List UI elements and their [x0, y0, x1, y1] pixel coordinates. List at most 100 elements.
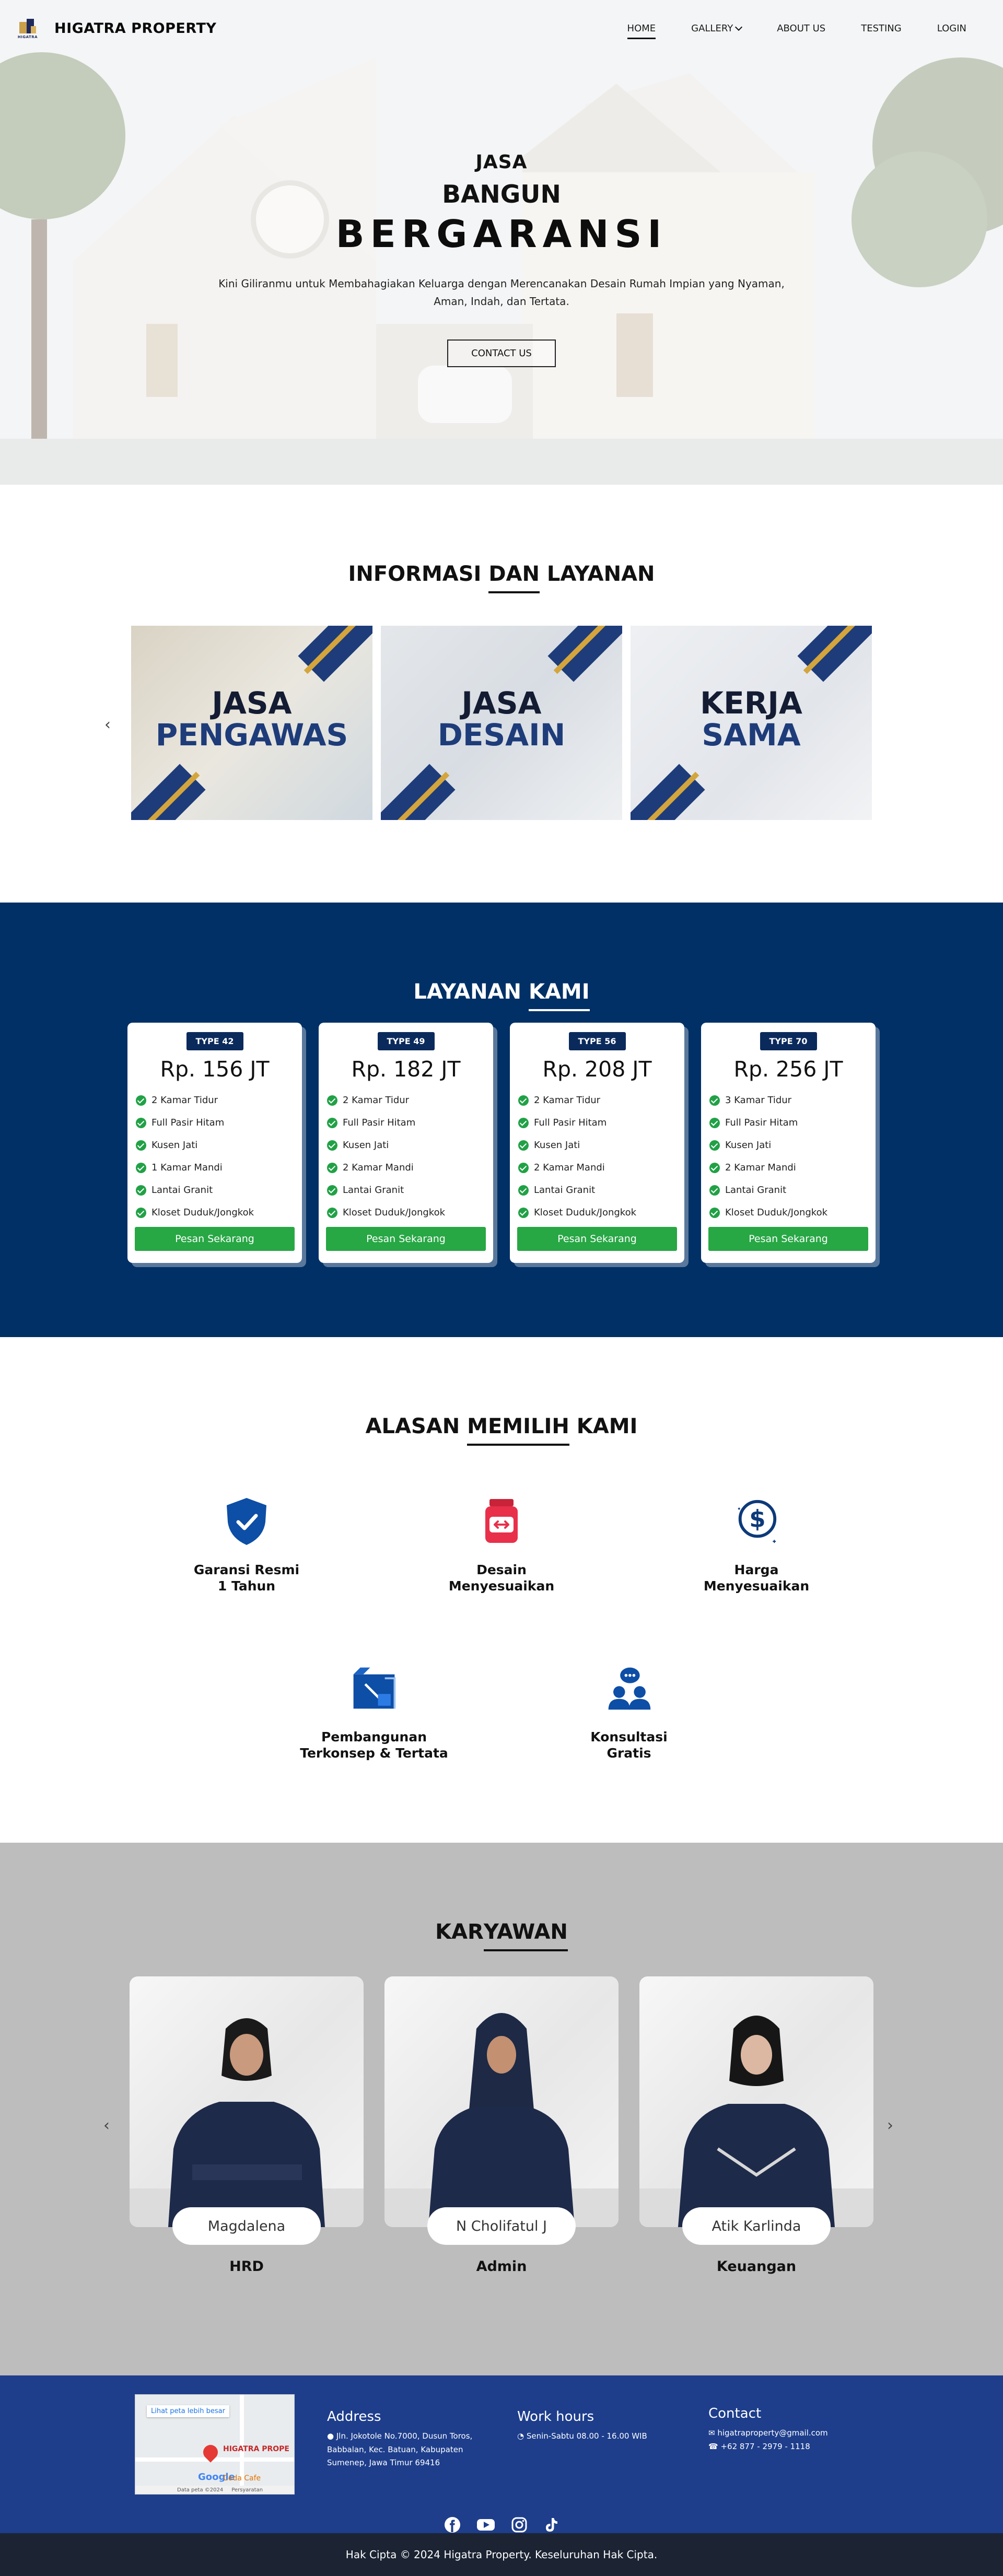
email-text[interactable]: ✉ higatraproperty@gmail.com [708, 2427, 876, 2440]
employee-name: Atik Karlinda [682, 2207, 831, 2245]
feature-item: Kloset Duduk/Jongkok [327, 1201, 486, 1224]
check-circle-icon [327, 1117, 337, 1128]
carousel-prev-icon[interactable]: ‹ [103, 2116, 110, 2135]
reason-label: Pembangunan Terkonsep & Tertata [300, 1729, 448, 1761]
feature-item: Full Pasir Hitam [518, 1111, 677, 1134]
price: Rp. 208 JT [542, 1057, 652, 1082]
feature-item: Kusen Jati [136, 1134, 295, 1156]
carousel-next-icon[interactable]: › [887, 2116, 893, 2135]
employee-photo [130, 1976, 364, 2227]
reason-label: Konsultasi Gratis [590, 1729, 668, 1761]
hero-line-bangun: BANGUN [442, 180, 561, 209]
feature-item: Full Pasir Hitam [709, 1111, 868, 1134]
price: Rp. 156 JT [160, 1057, 270, 1082]
employee-role: HRD [229, 2258, 264, 2275]
order-button[interactable]: Pesan Sekarang [135, 1227, 295, 1251]
nav-home[interactable]: HOME [610, 23, 674, 39]
order-button[interactable]: Pesan Sekarang [708, 1227, 868, 1251]
feature-item: 3 Kamar Tidur [709, 1089, 868, 1111]
facebook-icon[interactable] [444, 2516, 461, 2533]
nav-about-us[interactable]: ABOUT US [759, 23, 843, 34]
employee-name: Magdalena [172, 2207, 321, 2245]
nav-login[interactable]: LOGIN [919, 23, 984, 34]
check-circle-icon [327, 1095, 337, 1106]
feature-item: Lantai Granit [136, 1179, 295, 1201]
reason-harga: $ Harga Menyesuaikan [652, 1496, 861, 1595]
employee-card[interactable]: N Cholifatul J Admin [384, 1976, 619, 2294]
logo-icon [17, 18, 38, 33]
contact-us-button[interactable]: CONTACT US [447, 339, 556, 367]
check-circle-icon [709, 1185, 720, 1196]
navbar: HIGATRA HIGATRA PROPERTY HOME GALLERY AB… [0, 0, 1003, 56]
dollar-coin-icon: $ [733, 1496, 780, 1546]
hero-content: JASA BANGUN BERGARANSI Kini Giliranmu un… [0, 151, 1003, 367]
location-map[interactable]: Lihat peta lebih besar HIGATRA PROPE Goo… [135, 2394, 295, 2495]
order-button[interactable]: Pesan Sekarang [517, 1227, 677, 1251]
check-circle-icon [709, 1117, 720, 1128]
phone-text[interactable]: ☎ +62 877 - 2979 - 1118 [708, 2440, 876, 2454]
pricing-card-type-49: TYPE 49 Rp. 182 JT 2 Kamar Tidur Full Pa… [319, 1023, 493, 1263]
info-card-kerja-sama[interactable]: KERJA SAMA [631, 626, 872, 820]
envelope-icon: ✉ [708, 2428, 715, 2438]
check-circle-icon [136, 1140, 146, 1151]
check-circle-icon [518, 1095, 529, 1106]
feature-item: 2 Kamar Tidur [136, 1089, 295, 1111]
info-card-jasa-desain[interactable]: JASA DESAIN [381, 626, 622, 820]
footer-work-hours: Work hours ◔ Senin-Sabtu 08.00 - 16.00 W… [517, 2409, 684, 2443]
employee-carousel: Magdalena HRD N Cholifatul J Admin Atik … [0, 1976, 1003, 2294]
feature-item: Kusen Jati [518, 1134, 677, 1156]
map-larger-link[interactable]: Lihat peta lebih besar [147, 2405, 229, 2417]
reason-pembangunan: Pembangunan Terkonsep & Tertata [270, 1663, 479, 1762]
clock-icon: ◔ [517, 2431, 524, 2441]
feature-item: 2 Kamar Mandi [327, 1156, 486, 1179]
instagram-icon[interactable] [511, 2516, 528, 2533]
nav-gallery-label: GALLERY [691, 22, 733, 34]
nav-testing[interactable]: TESTING [843, 23, 919, 34]
employee-card[interactable]: Magdalena HRD [130, 1976, 364, 2294]
info-card-line2: DESAIN [437, 717, 566, 753]
check-circle-icon [327, 1185, 337, 1196]
map-attribution: Data peta ©2024 Persyaratan [135, 2486, 294, 2494]
reasons-grid: Garansi Resmi 1 Tahun Desain Menyesuaikan … [0, 1438, 1003, 1804]
feature-item: Lantai Granit [518, 1179, 677, 1201]
price: Rp. 256 JT [733, 1057, 843, 1082]
order-button[interactable]: Pesan Sekarang [326, 1227, 486, 1251]
check-circle-icon [136, 1185, 146, 1196]
hero-description: Kini Giliranmu untuk Membahagiakan Kelua… [218, 277, 785, 308]
brand[interactable]: HIGATRA HIGATRA PROPERTY [11, 16, 216, 41]
consultation-icon [605, 1663, 652, 1713]
check-circle-icon [709, 1140, 720, 1151]
employee-photo [384, 1976, 619, 2227]
carousel-prev-icon[interactable]: ‹ [104, 716, 111, 734]
layanan-title: LAYANAN KAMI [413, 980, 590, 1011]
feature-list: 2 Kamar Tidur Full Pasir Hitam Kusen Jat… [326, 1089, 486, 1224]
info-card-jasa-pengawas[interactable]: JASA PENGAWAS [131, 626, 372, 820]
nav-gallery[interactable]: GALLERY [673, 23, 759, 34]
map-marker-icon: ● [327, 2431, 334, 2441]
feature-list: 3 Kamar Tidur Full Pasir Hitam Kusen Jat… [708, 1089, 868, 1224]
reason-label: Garansi Resmi 1 Tahun [193, 1562, 300, 1594]
check-circle-icon [518, 1185, 529, 1196]
informasi-section: INFORMASI DAN LAYANAN ‹ JASA PENGAWAS JAS… [0, 485, 1003, 903]
employee-card[interactable]: Atik Karlinda Keuangan [639, 1976, 873, 2294]
brand-name[interactable]: HIGATRA PROPERTY [54, 20, 216, 37]
pricing-cards: TYPE 42 Rp. 156 JT 2 Kamar Tidur Full Pa… [0, 1023, 1003, 1263]
check-circle-icon [136, 1162, 146, 1173]
check-circle-icon [709, 1207, 720, 1218]
feature-item: 1 Kamar Mandi [136, 1156, 295, 1179]
footer-contact: Contact ✉ higatraproperty@gmail.com ☎ +6… [708, 2406, 876, 2453]
social-links [0, 2516, 1003, 2533]
feature-item: 2 Kamar Mandi [709, 1156, 868, 1179]
info-card-line2: SAMA [702, 717, 801, 753]
info-card-line2: PENGAWAS [155, 717, 348, 753]
logo-text: HIGATRA [17, 34, 38, 39]
informasi-carousel: ‹ JASA PENGAWAS JASA DESAIN KERJA SAMA [0, 626, 1003, 820]
youtube-icon[interactable] [476, 2516, 495, 2533]
check-circle-icon [709, 1095, 720, 1106]
check-circle-icon [136, 1207, 146, 1218]
karyawan-section: KARYAWAN ‹ › Magdalena HRD N Cholifatul … [0, 1843, 1003, 2375]
feature-item: Kusen Jati [327, 1134, 486, 1156]
tiktok-icon[interactable] [543, 2516, 559, 2533]
type-badge: TYPE 42 [186, 1032, 243, 1050]
logo[interactable]: HIGATRA [11, 16, 44, 41]
